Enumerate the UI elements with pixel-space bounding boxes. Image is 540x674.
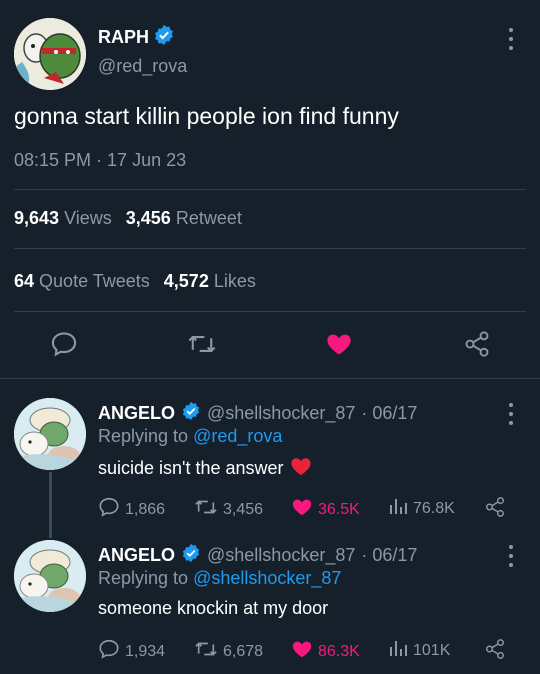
more-options-icon[interactable] (508, 545, 514, 567)
reply-author-name[interactable]: ANGELO (98, 403, 175, 424)
reply-comment-button[interactable]: 1,934 (98, 638, 165, 665)
like-filled-icon (291, 638, 313, 665)
divider (14, 311, 526, 312)
replying-to-label: Replying to (98, 568, 189, 588)
quote-count: 64 (14, 271, 35, 291)
quotes-likes-row: 64 Quote Tweets 4,572 Likes (14, 271, 256, 292)
reply-author-name[interactable]: ANGELO (98, 545, 175, 566)
reply-views-button[interactable]: 101K (388, 638, 450, 663)
quote-label: Quote Tweets (39, 271, 150, 291)
like-count: 36.5K (318, 500, 360, 518)
reply-header: ANGELO @shellshocker_87 · 06/17 (98, 543, 417, 568)
reply-like-button[interactable]: 86.3K (291, 638, 360, 665)
retweets-stat[interactable]: 3,456 Retweet (126, 208, 242, 229)
views-count: 9,643 (14, 208, 60, 228)
reply-icon (98, 638, 120, 665)
author-name[interactable]: RAPH (98, 27, 149, 48)
like-filled-icon (291, 496, 313, 523)
reply-share-button[interactable] (484, 638, 506, 665)
reply-icon (98, 496, 120, 523)
retweet-icon[interactable] (187, 330, 217, 363)
reply-retweet-button[interactable]: 6,678 (194, 638, 263, 665)
retweet-count: 3,456 (223, 500, 264, 518)
retweet-label: Retweet (175, 208, 242, 228)
divider (14, 189, 526, 190)
views-label: Views (64, 208, 112, 228)
reply-like-button[interactable]: 36.5K (291, 496, 360, 523)
reply-author-handle[interactable]: @shellshocker_87 (207, 403, 355, 424)
reply-icon[interactable] (50, 330, 78, 363)
views-count: 101K (413, 641, 451, 659)
thread-connector (49, 472, 52, 538)
reply-views-button[interactable]: 76.8K (388, 496, 455, 521)
share-icon[interactable] (463, 330, 491, 363)
likes-label: Likes (213, 271, 256, 291)
divider (0, 378, 540, 379)
replying-to-handle[interactable]: @red_rova (193, 426, 282, 446)
verified-badge-icon (153, 24, 175, 51)
reply-author-handle[interactable]: @shellshocker_87 (207, 545, 355, 566)
like-filled-icon[interactable] (325, 330, 353, 363)
reply-retweet-button[interactable]: 3,456 (194, 496, 263, 523)
reply-avatar[interactable] (14, 540, 86, 612)
tweet-text: gonna start killin people ion find funny (14, 103, 399, 129)
comment-count: 1,934 (125, 642, 166, 660)
author-handle[interactable]: @red_rova (98, 56, 187, 77)
more-options-icon[interactable] (508, 403, 514, 425)
views-count: 76.8K (413, 499, 455, 517)
like-count: 86.3K (318, 642, 360, 660)
reply-comment-button[interactable]: 1,866 (98, 496, 165, 523)
divider (14, 248, 526, 249)
red-heart-emoji-icon (290, 456, 312, 481)
tweet-action-bar (0, 320, 540, 370)
reply-date[interactable]: · 06/17 (361, 403, 417, 424)
views-stat[interactable]: 9,643 Views (14, 208, 112, 229)
replying-to-label: Replying to (98, 426, 189, 446)
views-chart-icon (388, 496, 408, 521)
reply-action-bar: 1,866 3,456 36.5K 76.8K (98, 496, 518, 518)
retweet-count: 3,456 (125, 208, 171, 228)
views-retweets-row: 9,643 Views 3,456 Retweet (14, 208, 242, 229)
likes-count: 4,572 (163, 271, 209, 291)
retweet-count: 6,678 (223, 642, 264, 660)
reply-share-button[interactable] (484, 496, 506, 523)
author-avatar[interactable] (14, 18, 86, 90)
likes-stat[interactable]: 4,572 Likes (164, 271, 256, 292)
replying-to-handle[interactable]: @shellshocker_87 (193, 568, 341, 588)
share-icon (484, 638, 506, 665)
reply-header: ANGELO @shellshocker_87 · 06/17 (98, 401, 417, 426)
verified-badge-icon (181, 543, 201, 568)
views-chart-icon (388, 638, 408, 663)
retweet-icon (194, 496, 218, 523)
reply-text-row: suicide isn't the answer (98, 456, 312, 481)
replying-to-line: Replying to @shellshocker_87 (98, 568, 341, 589)
reply-date[interactable]: · 06/17 (361, 545, 417, 566)
reply-text-row: someone knockin at my door (98, 598, 328, 619)
tweet-timestamp[interactable]: 08:15 PM · 17 Jun 23 (14, 150, 186, 171)
reply-avatar[interactable] (14, 398, 86, 470)
verified-badge-icon (181, 401, 201, 426)
comment-count: 1,866 (125, 500, 166, 518)
reply-text: suicide isn't the answer (98, 458, 284, 478)
reply-text: someone knockin at my door (98, 598, 329, 618)
replying-to-line: Replying to @red_rova (98, 426, 282, 447)
retweet-icon (194, 638, 218, 665)
quotes-stat[interactable]: 64 Quote Tweets (14, 271, 150, 292)
author-name-row[interactable]: RAPH (98, 24, 175, 51)
reply-action-bar: 1,934 6,678 86.3K 101K (98, 638, 518, 660)
more-options-icon[interactable] (508, 28, 514, 50)
share-icon (484, 496, 506, 523)
